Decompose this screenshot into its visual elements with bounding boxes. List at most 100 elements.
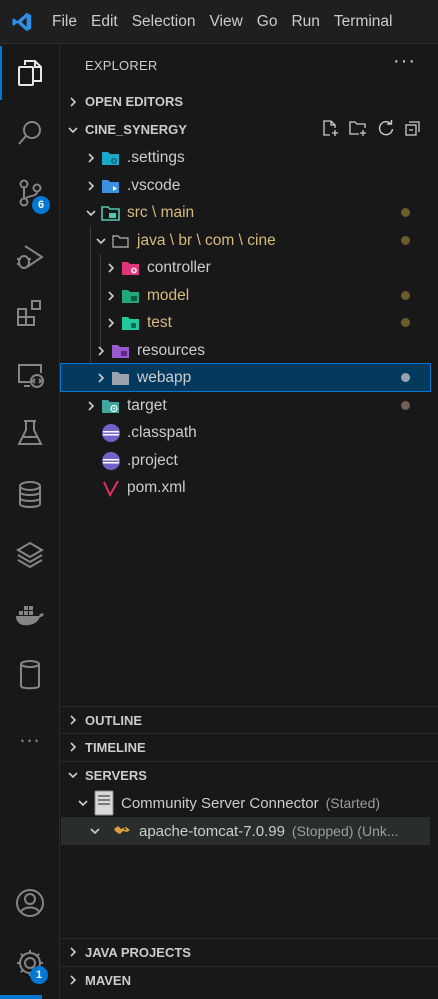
more-views-icon[interactable]: ...: [0, 708, 60, 762]
project-actions: [321, 116, 422, 143]
menu-edit[interactable]: Edit: [84, 0, 125, 44]
tree-item-pom[interactable]: pom.xml: [61, 474, 430, 501]
servers-section[interactable]: SERVERS: [61, 761, 438, 788]
tree-item-label: src \ main: [127, 203, 195, 221]
accounts-icon[interactable]: [0, 876, 60, 930]
docker-icon[interactable]: [0, 588, 60, 642]
eclipse-file-icon: [101, 423, 123, 443]
server-tower-icon: [93, 790, 121, 816]
testing-icon[interactable]: [0, 406, 60, 460]
tree-item-label: .classpath: [127, 423, 197, 441]
layers-icon[interactable]: [0, 528, 60, 582]
chevron-right-icon: [81, 180, 101, 192]
menu-run[interactable]: Run: [284, 0, 326, 44]
git-modified-dot: [401, 208, 410, 217]
chevron-right-icon: [61, 946, 85, 958]
tree-item-java-package[interactable]: java \ br \ com \ cine: [61, 227, 430, 254]
maven-section[interactable]: MAVEN: [61, 966, 438, 993]
outline-label: OUTLINE: [85, 712, 143, 728]
chevron-down-icon: [81, 207, 101, 219]
settings-update-badge: 1: [30, 966, 48, 984]
chevron-right-icon: [61, 974, 85, 986]
chevron-right-icon: [61, 741, 85, 753]
maven-label: MAVEN: [85, 972, 131, 988]
manage-gear-icon[interactable]: 1: [0, 936, 60, 990]
tree-item-label: pom.xml: [127, 478, 186, 496]
menu-terminal[interactable]: Terminal: [327, 0, 400, 44]
explorer-more-actions[interactable]: ···: [393, 50, 416, 73]
tree-item-label: .project: [127, 451, 178, 469]
outline-section[interactable]: OUTLINE: [61, 706, 438, 733]
tree-item-label: webapp: [137, 368, 192, 386]
refresh-icon[interactable]: [377, 119, 395, 140]
tree-item-vscode[interactable]: .vscode: [61, 172, 430, 199]
search-icon[interactable]: [0, 106, 60, 160]
chevron-right-icon: [61, 714, 85, 726]
folder-open-icon: [111, 231, 133, 251]
tomcat-server-item[interactable]: apache-tomcat-7.0.99 (Stopped) (Unk...: [61, 817, 430, 845]
menu-file[interactable]: File: [44, 0, 84, 44]
tree-item-src-main[interactable]: src \ main: [61, 199, 430, 226]
explorer-title: EXPLORER: [85, 58, 158, 73]
menu-selection[interactable]: Selection: [125, 0, 203, 44]
chevron-right-icon: [61, 96, 85, 108]
status-bar-remote-indicator[interactable]: [0, 995, 42, 999]
explorer-icon[interactable]: [0, 46, 60, 100]
eclipse-file-icon: [101, 451, 123, 471]
activity-bar: 6 ... 1: [0, 44, 60, 999]
git-modified-dot: [401, 291, 410, 300]
new-file-icon[interactable]: [321, 119, 339, 140]
controller-folder-icon: [121, 258, 143, 278]
open-editors-label: OPEN EDITORS: [85, 94, 184, 109]
git-modified-dot: [401, 236, 410, 245]
timeline-label: TIMELINE: [85, 739, 146, 755]
resources-folder-icon: [111, 341, 133, 361]
server-connector-item[interactable]: Community Server Connector (Started): [61, 789, 430, 817]
remote-explorer-icon[interactable]: [0, 348, 60, 402]
tree-item-label: java \ br \ com \ cine: [137, 231, 276, 249]
tomcat-name: apache-tomcat-7.0.99: [139, 822, 285, 840]
tree-item-model[interactable]: model: [61, 282, 430, 309]
src-folder-open-icon: [101, 203, 123, 223]
project-name: CINE_SYNERGY: [85, 122, 187, 137]
explorer-sidebar: EXPLORER ··· OPEN EDITORS CINE_SYNERGY .…: [60, 44, 438, 999]
tree-item-label: .settings: [127, 148, 185, 166]
chevron-right-icon: [91, 345, 111, 357]
model-folder-icon: [121, 286, 143, 306]
database-icon[interactable]: [0, 468, 60, 522]
open-editors-section[interactable]: OPEN EDITORS: [61, 88, 438, 115]
collapse-all-icon[interactable]: [404, 119, 422, 140]
tree-item-label: controller: [147, 258, 211, 276]
servers-label: SERVERS: [85, 767, 147, 783]
tree-item-target[interactable]: target: [61, 392, 430, 419]
tree-item-settings[interactable]: .settings: [61, 144, 430, 171]
tree-item-resources[interactable]: resources: [61, 337, 430, 364]
title-bar: File Edit Selection View Go Run Terminal: [0, 0, 438, 44]
menu-go[interactable]: Go: [250, 0, 285, 44]
tree-item-classpath[interactable]: .classpath: [61, 419, 430, 446]
menu-view[interactable]: View: [202, 0, 249, 44]
extensions-icon[interactable]: [0, 286, 60, 340]
chevron-right-icon: [81, 400, 101, 412]
tree-item-controller[interactable]: controller: [61, 254, 430, 281]
tree-item-project[interactable]: .project: [61, 447, 430, 474]
java-projects-section[interactable]: JAVA PROJECTS: [61, 938, 438, 965]
tree-item-test[interactable]: test: [61, 309, 430, 336]
source-control-icon[interactable]: 6: [0, 166, 60, 220]
tree-item-label: test: [147, 313, 172, 331]
run-debug-icon[interactable]: [0, 230, 60, 284]
chevron-right-icon: [81, 152, 101, 164]
connector-status: (Started): [325, 795, 381, 811]
tree-item-webapp[interactable]: webapp: [60, 363, 431, 392]
cylinder-icon[interactable]: [0, 648, 60, 702]
chevron-down-icon: [73, 797, 93, 809]
chevron-down-icon: [61, 124, 85, 136]
timeline-section[interactable]: TIMELINE: [61, 733, 438, 760]
tree-item-label: model: [147, 286, 190, 304]
project-section[interactable]: CINE_SYNERGY: [61, 116, 438, 143]
tree-item-label: target: [127, 396, 167, 414]
java-projects-label: JAVA PROJECTS: [85, 944, 191, 960]
folder-icon: [111, 368, 133, 388]
new-folder-icon[interactable]: [348, 119, 368, 140]
tomcat-status: (Stopped) (Unk...: [291, 823, 399, 839]
